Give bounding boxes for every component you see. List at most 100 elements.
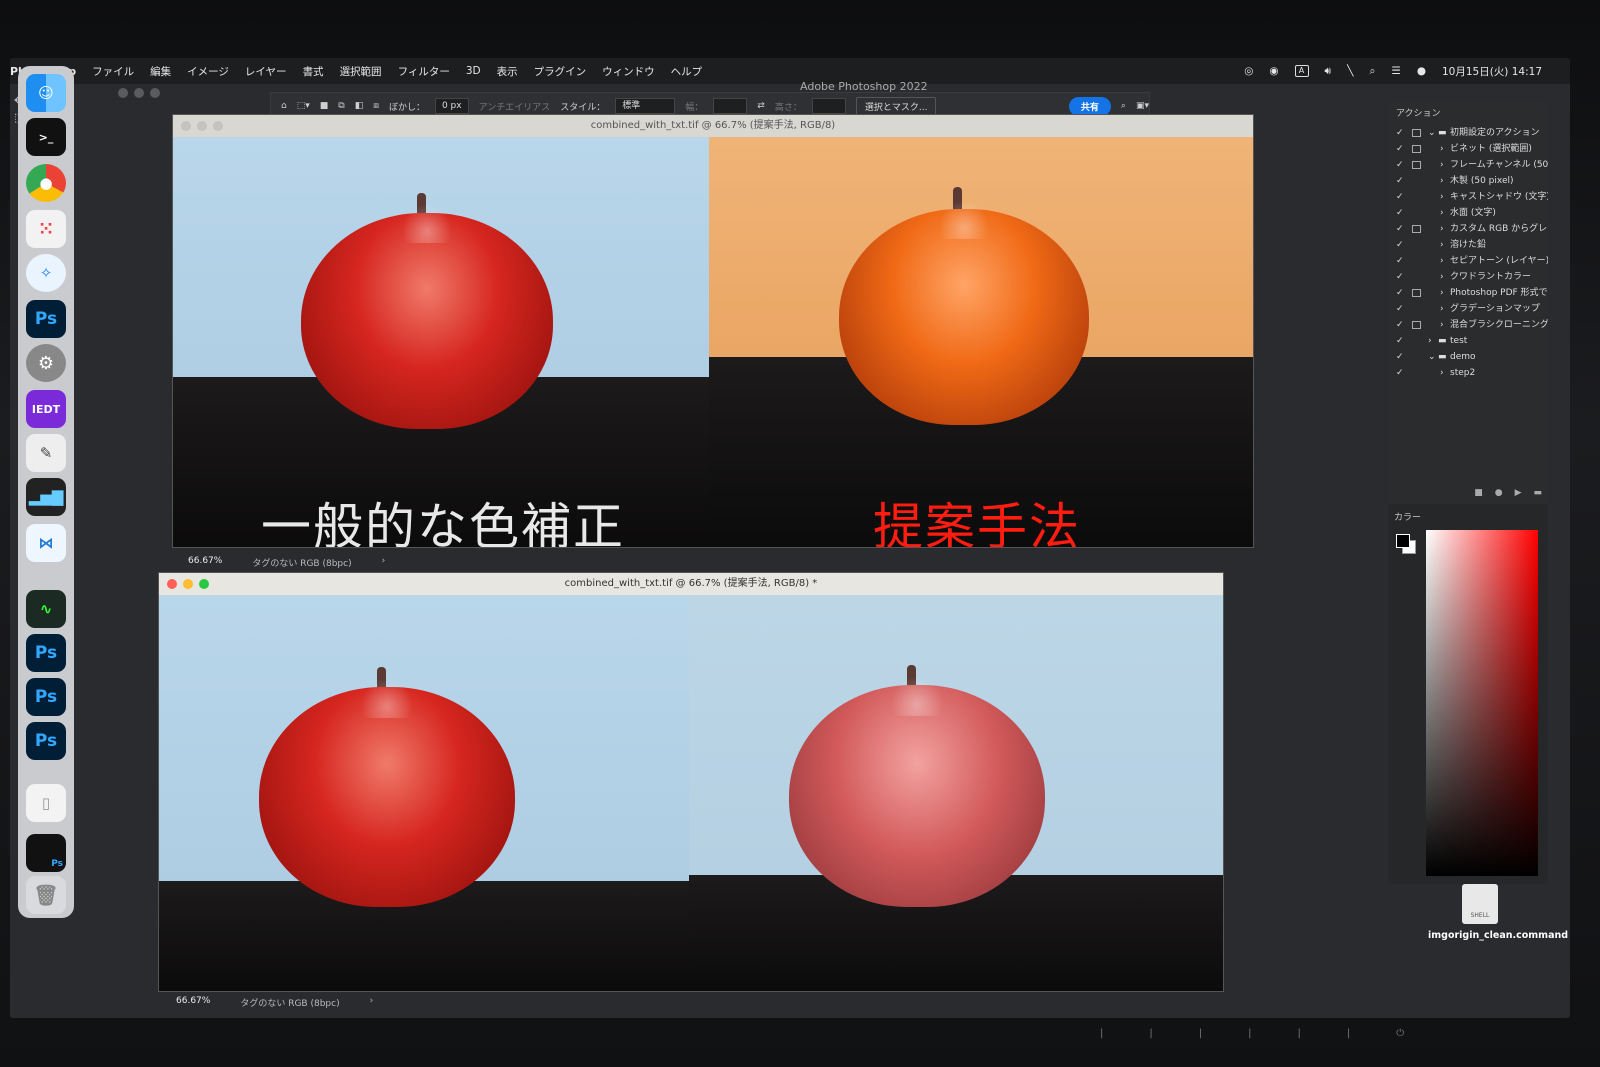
siri-icon[interactable]: ● [1417, 65, 1426, 77]
menu-edit[interactable]: 編集 [150, 64, 171, 79]
chevron-right-icon[interactable]: › [1440, 221, 1444, 237]
action-row[interactable]: ✓ › Photoshop PDF 形式で [1388, 285, 1548, 301]
finder-icon[interactable]: ☺ [26, 74, 66, 112]
subtract-selection-icon[interactable]: ◧ [355, 101, 364, 111]
creative-cloud-icon[interactable]: ◎ [1244, 65, 1253, 77]
checkmark-icon[interactable]: ✓ [1396, 333, 1404, 349]
chevron-right-icon[interactable]: › [1440, 365, 1444, 381]
chevron-down-icon[interactable]: ⌄ [1428, 125, 1436, 141]
volume-icon[interactable]: 🔊︎ [1325, 65, 1332, 78]
checkmark-icon[interactable]: ✓ [1396, 189, 1404, 205]
home-icon[interactable]: ⌂ [281, 101, 287, 111]
action-row[interactable]: ✓ › 溶けた鉛 [1388, 237, 1548, 253]
checkmark-icon[interactable]: ✓ [1396, 301, 1404, 317]
monitor-button-icon[interactable]: | [1199, 1028, 1202, 1039]
menu-view[interactable]: 表示 [497, 64, 518, 79]
share-button[interactable]: 共有 [1068, 96, 1111, 116]
chevron-right-icon[interactable]: › [1440, 157, 1444, 173]
menu-file[interactable]: ファイル [92, 64, 134, 79]
stop-icon[interactable]: ■ [1474, 488, 1483, 498]
photoshop-icon[interactable]: Ps [26, 722, 66, 760]
color-picker-field[interactable] [1426, 530, 1538, 876]
color-profile[interactable]: タグのない RGB (8bpc) [252, 556, 351, 569]
window-2-title[interactable]: combined_with_txt.tif @ 66.7% (提案手法, RGB… [159, 573, 1223, 595]
monitor-button-icon[interactable]: | [1298, 1028, 1301, 1039]
marquee-preset-icon[interactable]: ⬚▾ [297, 101, 310, 111]
chevron-right-icon[interactable]: › [1440, 141, 1444, 157]
checkmark-icon[interactable]: ✓ [1396, 157, 1404, 173]
trash-icon[interactable]: 🗑︎ [26, 876, 66, 914]
minimize-icon[interactable] [134, 88, 144, 98]
action-row[interactable]: ✓ › カスタム RGB からグレー [1388, 221, 1548, 237]
workspace-icon[interactable]: ▣▾ [1136, 101, 1149, 111]
menu-3d[interactable]: 3D [466, 65, 481, 77]
new-selection-icon[interactable]: ■ [320, 101, 329, 111]
screen-record-icon[interactable]: ◉ [1269, 65, 1278, 77]
minimize-icon[interactable] [183, 579, 193, 589]
menu-filter[interactable]: フィルター [398, 64, 450, 79]
checkmark-icon[interactable]: ✓ [1396, 317, 1404, 333]
checkmark-icon[interactable]: ✓ [1396, 173, 1404, 189]
action-row[interactable]: ✓ › 混合ブラシクローニング [1388, 317, 1548, 333]
document-icon[interactable]: ▯ [26, 784, 66, 822]
chevron-right-icon[interactable]: › [370, 996, 374, 1009]
dialog-toggle-icon[interactable] [1412, 145, 1421, 153]
window-2-canvas[interactable] [159, 595, 1223, 991]
width-input[interactable] [713, 98, 748, 114]
swap-icon[interactable]: ⇄ [757, 101, 765, 111]
pencil-icon[interactable]: ✎ [26, 434, 66, 472]
close-icon[interactable] [167, 579, 177, 589]
histogram-icon[interactable]: ▂▅▇ [26, 478, 66, 516]
chevron-right-icon[interactable]: › [1440, 205, 1444, 221]
close-icon[interactable] [118, 88, 128, 98]
photoshop-window-icon[interactable]: Ps [26, 834, 66, 872]
style-select[interactable]: 標準 [615, 98, 676, 114]
spotlight-search-icon[interactable]: ⌕ [1370, 65, 1376, 78]
menu-window[interactable]: ウィンドウ [602, 64, 655, 79]
menu-plugins[interactable]: プラグイン [534, 64, 587, 79]
action-row[interactable]: ✓ › セピアトーン (レイヤー) [1388, 253, 1548, 269]
photoshop-icon[interactable]: Ps [26, 300, 66, 338]
document-window-1[interactable]: combined_with_txt.tif @ 66.7% (提案手法, RGB… [172, 114, 1254, 548]
chevron-right-icon[interactable]: › [1440, 253, 1444, 269]
zoom-level[interactable]: 66.67% [176, 996, 210, 1009]
foreground-color-swatch[interactable] [1396, 534, 1410, 548]
chevron-right-icon[interactable]: › [1440, 189, 1444, 205]
checkmark-icon[interactable]: ✓ [1396, 237, 1404, 253]
launchpad-icon[interactable]: ⁙ [26, 210, 66, 248]
vscode-icon[interactable]: ⋈ [26, 524, 66, 562]
system-settings-icon[interactable]: ⚙ [26, 344, 66, 382]
monitor-button-icon[interactable]: | [1248, 1028, 1251, 1039]
menu-select[interactable]: 選択範囲 [340, 64, 382, 79]
photoshop-icon[interactable]: Ps [26, 634, 66, 672]
chevron-right-icon[interactable]: › [1440, 317, 1444, 333]
chevron-right-icon[interactable]: › [1440, 173, 1444, 189]
monitor-button-icon[interactable]: | [1100, 1028, 1103, 1039]
terminal-icon[interactable]: >_ [26, 118, 66, 156]
height-input[interactable] [811, 98, 846, 114]
play-icon[interactable]: ▶ [1515, 488, 1522, 498]
dialog-toggle-icon[interactable] [1412, 289, 1421, 297]
color-profile[interactable]: タグのない RGB (8bpc) [240, 996, 339, 1009]
chevron-right-icon[interactable]: › [382, 556, 386, 569]
checkmark-icon[interactable]: ✓ [1396, 205, 1404, 221]
chrome-icon[interactable]: ● [26, 164, 66, 202]
chevron-right-icon[interactable]: › [1440, 301, 1444, 317]
minimize-icon[interactable] [197, 121, 207, 131]
checkmark-icon[interactable]: ✓ [1396, 141, 1404, 157]
maximize-icon[interactable] [199, 579, 209, 589]
shell-file-icon[interactable]: SHELL [1462, 884, 1498, 924]
document-window-2[interactable]: combined_with_txt.tif @ 66.7% (提案手法, RGB… [158, 572, 1224, 992]
chevron-right-icon[interactable]: › [1440, 285, 1444, 301]
chevron-right-icon[interactable]: › [1440, 269, 1444, 285]
maximize-icon[interactable] [150, 88, 160, 98]
folder-icon[interactable]: ▬ [1533, 488, 1542, 498]
antialias-checkbox[interactable]: アンチエイリアス [479, 100, 551, 113]
action-row[interactable]: ✓ › step2 [1388, 365, 1548, 381]
intersect-selection-icon[interactable]: ⧈ [373, 101, 379, 111]
dialog-toggle-icon[interactable] [1412, 321, 1421, 329]
desktop-file-label[interactable]: imgorigin_clean.command [1428, 930, 1568, 942]
menu-layer[interactable]: レイヤー [245, 64, 287, 79]
record-icon[interactable]: ● [1495, 488, 1503, 498]
chevron-right-icon[interactable]: › [1428, 333, 1432, 349]
